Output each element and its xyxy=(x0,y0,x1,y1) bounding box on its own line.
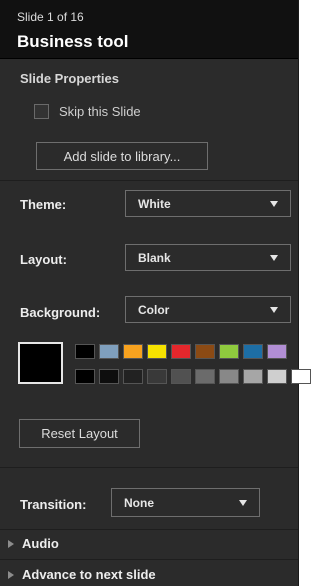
reset-layout-button[interactable]: Reset Layout xyxy=(19,419,140,448)
color-swatch[interactable] xyxy=(243,344,263,359)
color-swatch[interactable] xyxy=(267,344,287,359)
layout-label: Layout: xyxy=(20,252,67,267)
divider xyxy=(0,467,298,468)
color-swatch[interactable] xyxy=(75,369,95,384)
color-swatch[interactable] xyxy=(147,344,167,359)
background-label: Background: xyxy=(20,305,101,320)
expand-triangle-icon xyxy=(8,539,14,548)
theme-label: Theme: xyxy=(20,197,67,212)
theme-select-value: White xyxy=(138,196,171,211)
color-swatch[interactable] xyxy=(219,369,239,384)
skip-slide-row[interactable]: Skip this Slide xyxy=(34,104,141,119)
panel-header: Slide 1 of 16 Business tool xyxy=(0,0,298,59)
layout-select-value: Blank xyxy=(138,250,171,265)
skip-slide-checkbox[interactable] xyxy=(34,104,49,119)
color-swatch[interactable] xyxy=(195,369,215,384)
audio-expander[interactable]: Audio xyxy=(8,536,59,551)
audio-expander-label: Audio xyxy=(22,536,59,551)
slide-counter: Slide 1 of 16 xyxy=(17,10,84,24)
divider xyxy=(0,559,298,560)
divider xyxy=(0,180,298,181)
color-swatch[interactable] xyxy=(267,369,287,384)
background-select-value: Color xyxy=(138,302,170,317)
color-swatch[interactable] xyxy=(123,344,143,359)
background-select[interactable]: Color xyxy=(125,296,291,323)
layout-select[interactable]: Blank xyxy=(125,244,291,271)
color-swatch[interactable] xyxy=(291,369,311,384)
add-slide-to-library-button[interactable]: Add slide to library... xyxy=(36,142,208,170)
slide-properties-heading: Slide Properties xyxy=(20,71,119,86)
color-swatch[interactable] xyxy=(123,369,143,384)
color-swatch[interactable] xyxy=(75,344,95,359)
color-swatch[interactable] xyxy=(195,344,215,359)
slide-title: Business tool xyxy=(17,32,129,51)
color-swatch[interactable] xyxy=(171,344,191,359)
transition-select-value: None xyxy=(124,495,154,510)
color-swatch[interactable] xyxy=(219,344,239,359)
slide-properties-panel: Slide 1 of 16 Business tool Slide Proper… xyxy=(0,0,311,586)
color-swatch[interactable] xyxy=(147,369,167,384)
color-swatch[interactable] xyxy=(171,369,191,384)
color-swatch[interactable] xyxy=(243,369,263,384)
transition-label: Transition: xyxy=(20,497,87,512)
chevron-down-icon xyxy=(270,306,278,313)
theme-select[interactable]: White xyxy=(125,190,291,217)
divider xyxy=(0,529,298,530)
advance-expander[interactable]: Advance to next slide xyxy=(8,567,156,582)
chevron-down-icon xyxy=(270,200,278,207)
selected-color-swatch[interactable] xyxy=(18,342,63,384)
chevron-down-icon xyxy=(270,254,278,261)
transition-select[interactable]: None xyxy=(111,488,260,517)
color-swatch[interactable] xyxy=(99,344,119,359)
chevron-down-icon xyxy=(239,499,247,506)
advance-expander-label: Advance to next slide xyxy=(22,567,156,582)
skip-slide-label: Skip this Slide xyxy=(59,104,141,119)
color-swatch[interactable] xyxy=(99,369,119,384)
expand-triangle-icon xyxy=(8,570,14,579)
